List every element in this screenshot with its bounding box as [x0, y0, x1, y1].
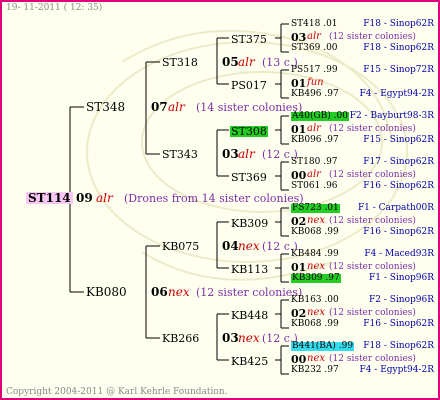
- level2-breed-0: alr: [238, 55, 255, 69]
- root-generation: 09: [76, 191, 93, 205]
- level4-note-6: (12 sister colonies): [329, 308, 416, 318]
- level4-bot-queen-1[interactable]: KB496 .97: [291, 90, 339, 99]
- level4-note-3: (12 sister colonies): [329, 170, 416, 180]
- level4-top-location-4: F1 - Carpath00R: [357, 203, 434, 213]
- level4-breed-7: nex: [307, 353, 325, 364]
- level1-breed-1: nex: [168, 285, 190, 299]
- root-breed: alr: [96, 191, 113, 205]
- level4-bot-queen-5[interactable]: KB309 .97: [291, 274, 341, 283]
- level4-bot-queen-2[interactable]: KB096 .97: [291, 136, 339, 145]
- level4-generation-4: 02: [291, 215, 307, 228]
- level4-bot-location-1: F4 - Egypt94-2R: [359, 89, 434, 99]
- level1-queen-1[interactable]: KB080: [86, 286, 127, 298]
- level4-top-queen-3[interactable]: ST180 .97: [291, 158, 338, 167]
- level4-top-location-7: F18 - Sinop62R: [363, 341, 434, 351]
- level4-note-0: (12 sister colonies): [329, 32, 416, 42]
- level4-bot-queen-3[interactable]: ST061 .96: [291, 182, 338, 191]
- level4-top-queen-4[interactable]: FS723 .01: [291, 204, 340, 213]
- level3-queen-7[interactable]: KB425: [231, 356, 268, 367]
- level4-top-location-3: F17 - Sinop62R: [363, 157, 434, 167]
- level1-breed-0: alr: [168, 100, 185, 114]
- level4-top-queen-1[interactable]: PS517 .99: [291, 66, 338, 75]
- level4-bot-queen-4[interactable]: KB068 .99: [291, 228, 339, 237]
- level2-queen-2[interactable]: KB075: [162, 241, 199, 252]
- root-note: (Drones from 14 sister colonies): [124, 192, 304, 205]
- level4-top-queen-2[interactable]: A40(GB) .00: [291, 112, 349, 121]
- level4-generation-1: 01: [291, 77, 307, 90]
- level4-bot-queen-0[interactable]: ST369 .00: [291, 44, 338, 53]
- level4-top-queen-0[interactable]: ST418 .01: [291, 20, 338, 29]
- level4-generation-0: 03: [291, 31, 307, 44]
- level4-breed-2: alr: [307, 123, 321, 134]
- level4-bot-location-5: F1 - Sinop96R: [369, 273, 434, 283]
- level4-breed-4: nex: [307, 215, 325, 226]
- level4-breed-1: fun: [307, 77, 324, 88]
- level3-queen-2[interactable]: ST308: [230, 126, 268, 137]
- level4-note-7: (12 sister colonies): [329, 354, 416, 364]
- level4-top-location-0: F18 - Sinop62R: [363, 19, 434, 29]
- level4-breed-6: nex: [307, 307, 325, 318]
- level3-queen-6[interactable]: KB448: [231, 310, 268, 321]
- level2-breed-2: nex: [238, 239, 260, 253]
- level4-generation-6: 02: [291, 307, 307, 320]
- level4-bot-location-7: F4 - Egypt94-2R: [359, 365, 434, 375]
- level2-breed-1: alr: [238, 147, 255, 161]
- level4-note-2: (12 sister colonies): [329, 124, 416, 134]
- level2-generation-3: 03: [222, 331, 239, 345]
- level2-breed-3: nex: [238, 331, 260, 345]
- level4-bot-location-4: F16 - Sinop62R: [363, 227, 434, 237]
- level4-top-queen-6[interactable]: KB163 .00: [291, 296, 339, 305]
- level4-bot-location-6: F16 - Sinop62R: [363, 319, 434, 329]
- level2-queen-3[interactable]: KB266: [162, 333, 199, 344]
- level2-generation-0: 05: [222, 55, 239, 69]
- level3-queen-5[interactable]: KB113: [231, 264, 268, 275]
- level4-bot-location-3: F16 - Sinop62R: [363, 181, 434, 191]
- level4-top-location-1: F15 - Sinop72R: [363, 65, 434, 75]
- level3-queen-4[interactable]: KB309: [231, 218, 268, 229]
- level2-generation-1: 03: [222, 147, 239, 161]
- root-queen-name[interactable]: ST114: [26, 192, 73, 204]
- level1-note-1: (12 sister colonies): [196, 286, 303, 299]
- level2-generation-2: 04: [222, 239, 239, 253]
- level3-queen-3[interactable]: ST369: [231, 172, 267, 183]
- level4-bot-queen-7[interactable]: KB232 .97: [291, 366, 339, 375]
- level2-queen-1[interactable]: ST343: [162, 149, 198, 160]
- level3-queen-1[interactable]: PS017: [231, 80, 267, 91]
- level4-breed-0: alr: [307, 31, 321, 42]
- level4-generation-2: 01: [291, 123, 307, 136]
- level4-note-4: (12 sister colonies): [329, 216, 416, 226]
- level4-bot-location-0: F18 - Sinop62R: [363, 43, 434, 53]
- level3-queen-0[interactable]: ST375: [231, 34, 267, 45]
- level2-queen-0[interactable]: ST318: [162, 57, 198, 68]
- level4-top-queen-5[interactable]: KB484 .99: [291, 250, 339, 259]
- level4-note-5: (12 sister colonies): [329, 262, 416, 272]
- level4-bot-queen-6[interactable]: KB068 .99: [291, 320, 339, 329]
- level4-breed-3: alr: [307, 169, 321, 180]
- level4-breed-5: nex: [307, 261, 325, 272]
- level4-top-location-5: F4 - Maced93R: [364, 249, 434, 259]
- level1-note-0: (14 sister colonies): [196, 101, 303, 114]
- level1-generation-1: 06: [151, 285, 168, 299]
- level4-top-location-2: F2 - Bayburt98-3R: [349, 111, 434, 121]
- level1-queen-0[interactable]: ST348: [86, 101, 125, 113]
- level4-bot-location-2: F15 - Sinop62R: [363, 135, 434, 145]
- level4-top-queen-7[interactable]: B441(BA) .99: [291, 342, 355, 351]
- level4-top-location-6: F2 - Sinop96R: [369, 295, 434, 305]
- level1-generation-0: 07: [151, 100, 168, 114]
- level4-generation-5: 01: [291, 261, 307, 274]
- level4-generation-7: 00: [291, 353, 307, 366]
- level4-generation-3: 00: [291, 169, 307, 182]
